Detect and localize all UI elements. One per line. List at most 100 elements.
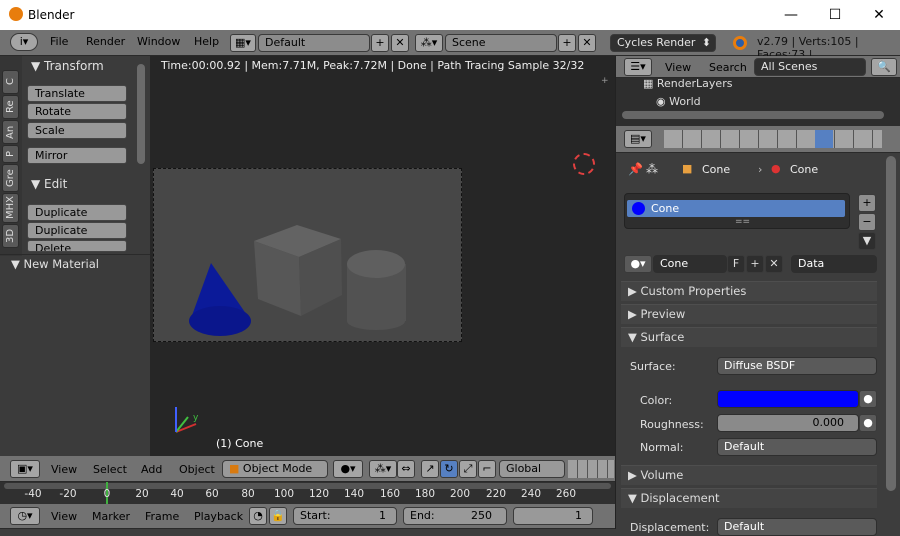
scale-manipulator-icon[interactable]: ⤢ xyxy=(459,460,477,478)
color-swatch[interactable] xyxy=(717,390,859,408)
roughness-socket-icon[interactable]: ● xyxy=(859,414,877,432)
pin-icon[interactable]: 📌 xyxy=(628,162,643,176)
outliner-item[interactable]: ▦ RenderLayers xyxy=(643,77,732,90)
timeline-menu-marker[interactable]: Marker xyxy=(92,510,130,523)
info-editor-type-icon[interactable]: i▾ xyxy=(10,33,38,51)
surface-shader-select[interactable]: Diffuse BSDF xyxy=(717,357,877,375)
roughness-slider[interactable]: 0.000 xyxy=(717,414,859,432)
preview-panel-header[interactable]: ▶ Preview xyxy=(621,304,877,324)
menu-add[interactable]: Add xyxy=(141,463,162,476)
material-slot-item[interactable]: Cone xyxy=(627,200,845,217)
material-name-field[interactable]: Cone xyxy=(653,255,727,273)
displacement-select[interactable]: Default xyxy=(717,518,877,536)
timeline-menu-playback[interactable]: Playback xyxy=(194,510,243,523)
viewport-corner-plus-icon[interactable]: + xyxy=(601,76,609,86)
outliner-menu-view[interactable]: View xyxy=(665,61,691,74)
preview-range-icon[interactable]: ◔ xyxy=(249,507,267,525)
editor-type-icon[interactable]: ▣▾ xyxy=(10,460,40,478)
properties-scrollbar[interactable] xyxy=(886,156,896,491)
pivot-icon[interactable]: ⁂▾ xyxy=(369,460,397,478)
scene-icon[interactable]: ⁂▾ xyxy=(415,34,443,52)
browse-material-icon[interactable]: ●▾ xyxy=(624,255,652,273)
remove-screen-icon[interactable]: ✕ xyxy=(391,34,409,52)
fake-user-toggle[interactable]: F xyxy=(727,255,745,273)
menu-window[interactable]: Window xyxy=(137,35,180,48)
new-material-panel-header[interactable]: ▼ New Material xyxy=(11,257,99,271)
translate-manipulator-icon[interactable]: ↗ xyxy=(421,460,439,478)
add-screen-icon[interactable]: + xyxy=(371,34,389,52)
menu-help[interactable]: Help xyxy=(194,35,219,48)
timeline-menu-frame[interactable]: Frame xyxy=(145,510,179,523)
menu-render[interactable]: Render xyxy=(86,35,125,48)
duplicate-button[interactable]: Duplicate xyxy=(27,204,127,221)
lock-range-icon[interactable]: 🔒 xyxy=(269,507,287,525)
end-frame-field[interactable]: End: 250 xyxy=(403,507,507,525)
edit-panel-header[interactable]: ▼ Edit xyxy=(31,177,67,191)
color-socket-icon[interactable]: ● xyxy=(859,390,877,408)
volume-panel-header[interactable]: ▶ Volume xyxy=(621,465,877,485)
close-icon[interactable]: ✕ xyxy=(856,0,900,30)
duplicate-linked-button[interactable]: Duplicate Linked xyxy=(27,222,127,252)
add-scene-icon[interactable]: + xyxy=(558,34,576,52)
mode-select[interactable]: ■ Object Mode xyxy=(222,460,328,478)
scene-field[interactable]: Scene xyxy=(445,34,557,52)
new-material-icon[interactable]: + xyxy=(746,255,764,273)
custom-properties-panel-header[interactable]: ▶ Custom Properties xyxy=(621,281,877,301)
tab-physics[interactable]: P xyxy=(2,145,19,163)
timeline-editor-type-icon[interactable]: ◷▾ xyxy=(10,507,40,525)
mirror-button[interactable]: Mirror xyxy=(27,147,127,164)
slot-specials-icon[interactable]: ▼ xyxy=(858,232,876,250)
normal-select[interactable]: Default xyxy=(717,438,877,456)
tool-shelf-scrollbar[interactable] xyxy=(137,64,145,164)
tab-mhx[interactable]: MHX xyxy=(2,193,19,223)
tab-animation[interactable]: An xyxy=(2,120,19,144)
list-resize-handle-icon[interactable]: == xyxy=(735,217,750,227)
minimize-icon[interactable]: — xyxy=(768,0,814,30)
surface-panel-header[interactable]: ▼ Surface xyxy=(621,327,877,347)
add-slot-icon[interactable]: + xyxy=(858,194,876,212)
current-frame-field[interactable]: 1 xyxy=(513,507,593,525)
outliner-search-icon[interactable]: 🔍 xyxy=(871,58,897,76)
timeline-menu-view[interactable]: View xyxy=(51,510,77,523)
outliner-scrollbar[interactable] xyxy=(622,111,884,119)
delete-button[interactable]: Delete xyxy=(27,240,127,252)
remove-scene-icon[interactable]: ✕ xyxy=(578,34,596,52)
properties-context-tabs[interactable] xyxy=(664,130,882,148)
menu-object[interactable]: Object xyxy=(179,463,215,476)
menu-select[interactable]: Select xyxy=(93,463,127,476)
tab-relations[interactable]: Re xyxy=(2,95,19,119)
transform-panel-header[interactable]: ▼ Transform xyxy=(31,59,104,73)
outliner-editor-type-icon[interactable]: ☰▾ xyxy=(624,58,652,76)
manipulator-toggle-icon[interactable]: ⇔ xyxy=(397,460,415,478)
properties-editor-type-icon[interactable]: ▤▾ xyxy=(624,130,652,148)
remove-slot-icon[interactable]: − xyxy=(858,213,876,231)
tab-create[interactable]: C xyxy=(2,70,19,94)
rotate-manipulator-icon[interactable]: ↻ xyxy=(440,460,458,478)
outliner-item[interactable]: ◉ World xyxy=(656,95,701,108)
outliner-menu-search[interactable]: Search xyxy=(709,61,747,74)
shading-icon[interactable]: ●▾ xyxy=(333,460,363,478)
start-frame-field[interactable]: Start: 1 xyxy=(293,507,397,525)
menu-file[interactable]: File xyxy=(50,35,68,48)
layers-grid-icon[interactable] xyxy=(568,460,614,478)
screen-layout-field[interactable]: Default xyxy=(258,34,370,52)
3d-cursor-icon[interactable] xyxy=(573,153,595,175)
render-engine-select[interactable]: Cycles Render ⬍ xyxy=(610,34,716,52)
link-type-select[interactable]: Data xyxy=(791,255,877,273)
tab-grease-pencil[interactable]: Gre xyxy=(2,164,19,192)
outliner-filter-select[interactable]: All Scenes xyxy=(754,58,866,76)
viewport-3d[interactable]: Time:00:00.92 | Mem:7.71M, Peak:7.72M | … xyxy=(150,56,615,456)
timeline-scrollbar[interactable] xyxy=(4,483,611,489)
maximize-icon[interactable]: ☐ xyxy=(812,0,858,30)
screen-layout-icon[interactable]: ▦▾ xyxy=(230,34,256,52)
unlink-material-icon[interactable]: ✕ xyxy=(765,255,783,273)
scale-button[interactable]: Scale xyxy=(27,122,127,139)
rotate-button[interactable]: Rotate xyxy=(27,103,127,120)
material-context-icon[interactable] xyxy=(815,130,833,148)
menu-view[interactable]: View xyxy=(51,463,77,476)
tab-3d[interactable]: 3D xyxy=(2,224,19,248)
translate-button[interactable]: Translate xyxy=(27,85,127,102)
orientation-select[interactable]: Global xyxy=(499,460,565,478)
snap-manipulator-icon[interactable]: ⌐ xyxy=(478,460,496,478)
displacement-panel-header[interactable]: ▼ Displacement xyxy=(621,488,877,508)
